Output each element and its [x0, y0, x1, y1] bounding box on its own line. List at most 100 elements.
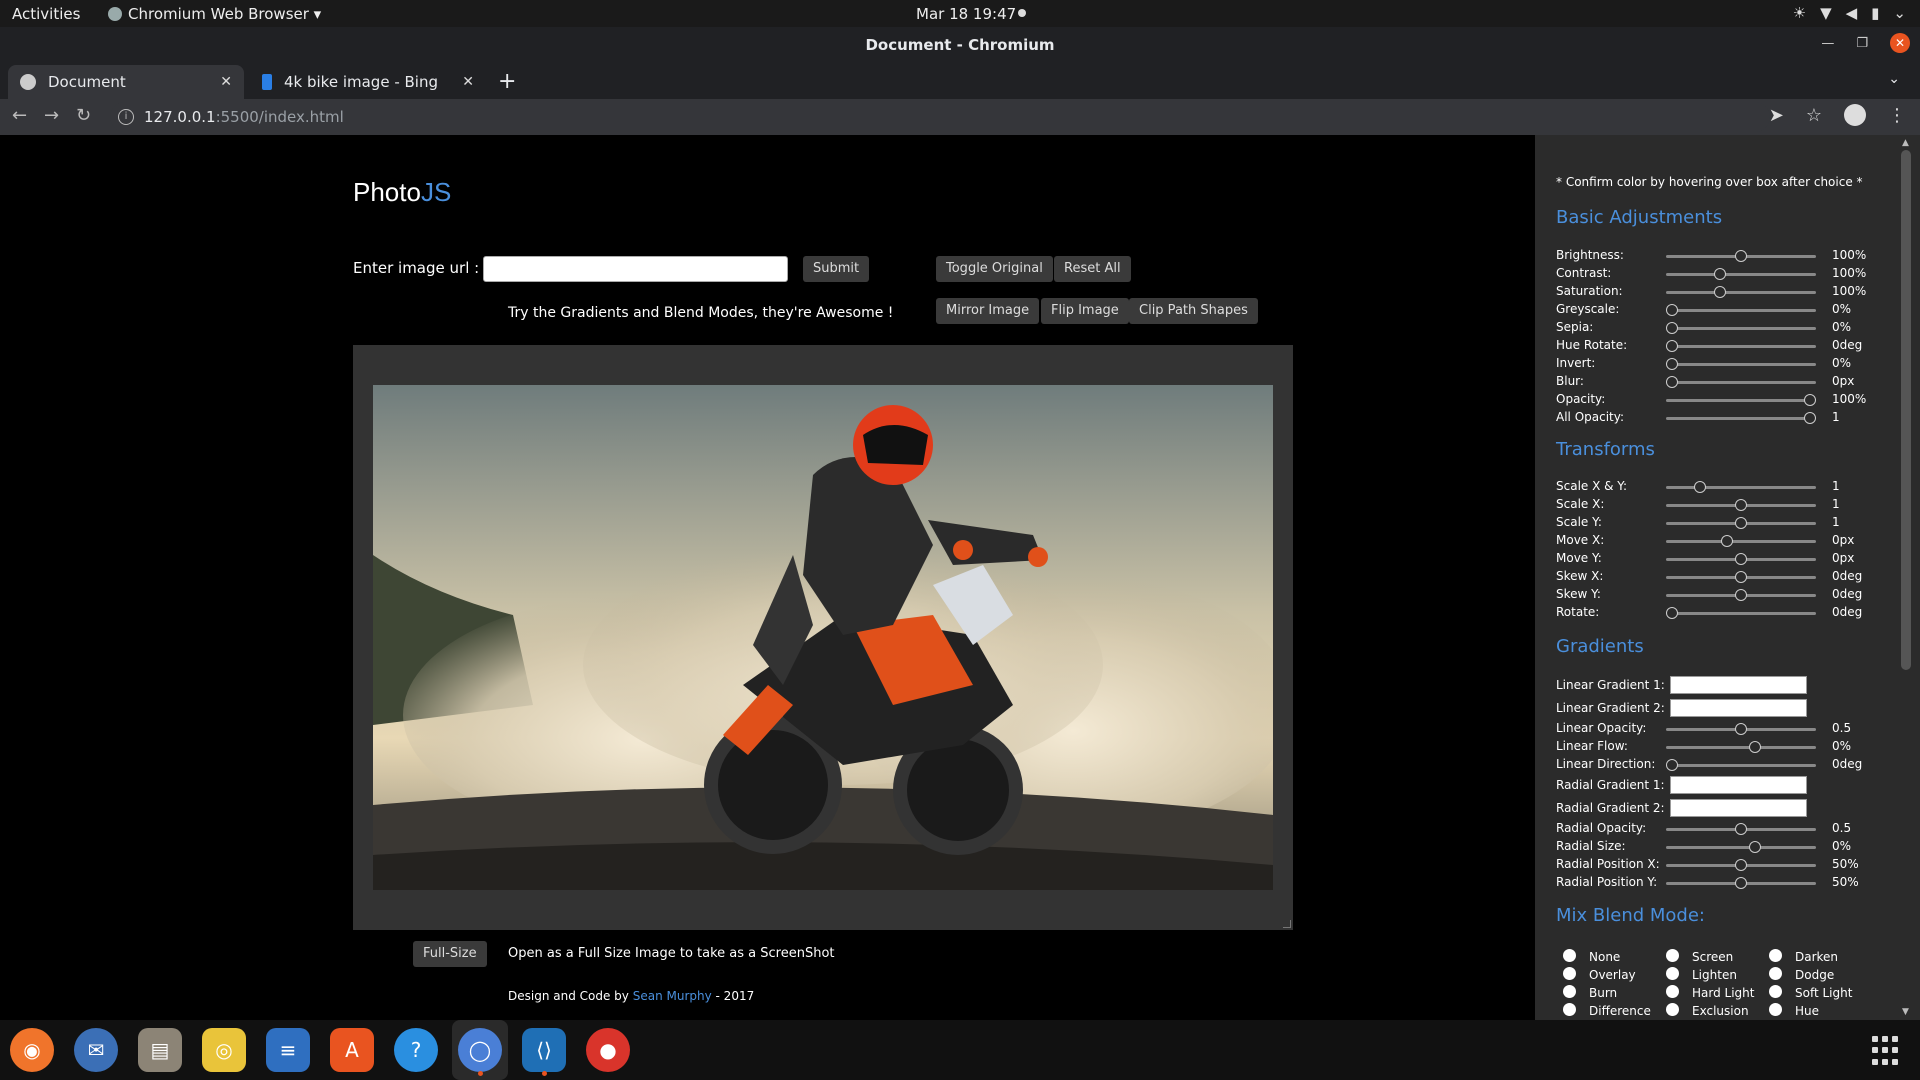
slider-track[interactable] [1666, 376, 1816, 388]
slider-track[interactable] [1666, 723, 1816, 735]
radio-button[interactable] [1769, 985, 1782, 998]
color-picker[interactable] [1670, 799, 1807, 817]
slider-thumb[interactable] [1735, 250, 1747, 262]
thunderbird-icon[interactable]: ✉ [74, 1028, 118, 1072]
slider-thumb[interactable] [1735, 859, 1747, 871]
credit-author-link[interactable]: Sean Murphy [633, 989, 712, 1003]
radio-button[interactable] [1769, 967, 1782, 980]
slider-track[interactable] [1666, 589, 1816, 601]
radio-button[interactable] [1769, 1003, 1782, 1016]
radio-button[interactable] [1666, 1003, 1679, 1016]
slider-track[interactable] [1666, 571, 1816, 583]
slider-thumb[interactable] [1666, 304, 1678, 316]
slider-thumb[interactable] [1748, 841, 1761, 853]
slider-thumb[interactable] [1666, 607, 1678, 619]
slider-track[interactable] [1666, 535, 1816, 547]
slider-track[interactable] [1666, 859, 1816, 871]
rhythmbox-icon[interactable]: ◎ [202, 1028, 246, 1072]
tab-close-icon[interactable]: ✕ [220, 74, 232, 90]
slider-thumb[interactable] [1714, 268, 1727, 280]
slider-track[interactable] [1666, 250, 1816, 262]
slider-thumb[interactable] [1735, 499, 1747, 511]
clock[interactable]: Mar 18 19:47 [916, 5, 1016, 23]
slider-thumb[interactable] [1735, 571, 1747, 583]
scrollbar-thumb[interactable] [1901, 150, 1911, 670]
page-scrollbar[interactable]: ▲ ▼ [1892, 135, 1920, 1020]
full-size-button[interactable]: Full-Size [413, 941, 487, 967]
slider-thumb[interactable] [1735, 517, 1747, 529]
slider-track[interactable] [1666, 759, 1816, 771]
window-close-icon[interactable]: ✕ [1890, 33, 1910, 53]
radio-button[interactable] [1563, 967, 1576, 980]
slider-track[interactable] [1666, 304, 1816, 316]
slider-track[interactable] [1666, 607, 1816, 619]
radio-button[interactable] [1666, 949, 1679, 962]
clip-path-shapes-button[interactable]: Clip Path Shapes [1129, 298, 1258, 324]
tab-search-icon[interactable]: ⌄ [1888, 71, 1900, 87]
files-icon[interactable]: ▤ [138, 1028, 182, 1072]
app-menu[interactable]: Chromium Web Browser ▾ [108, 5, 321, 23]
show-apps-icon[interactable] [1872, 1036, 1902, 1066]
slider-thumb[interactable] [1693, 481, 1706, 493]
address-bar[interactable]: i 127.0.0.1:5500/index.html [110, 102, 1770, 132]
back-icon[interactable]: ← [12, 105, 27, 126]
slider-thumb[interactable] [1735, 553, 1747, 565]
slider-thumb[interactable] [1666, 759, 1678, 771]
slider-thumb[interactable] [1714, 286, 1727, 298]
mirror-image-button[interactable]: Mirror Image [936, 298, 1040, 324]
flip-image-button[interactable]: Flip Image [1041, 298, 1129, 324]
color-picker[interactable] [1670, 776, 1807, 794]
scroll-up-icon[interactable]: ▲ [1902, 138, 1909, 148]
kebab-menu-icon[interactable]: ⋮ [1888, 105, 1906, 126]
slider-thumb[interactable] [1735, 823, 1747, 835]
software-icon[interactable]: A [330, 1028, 374, 1072]
profile-avatar-icon[interactable] [1844, 104, 1866, 126]
tab-document[interactable]: Document ✕ [8, 65, 244, 99]
slider-thumb[interactable] [1804, 394, 1816, 406]
submit-button[interactable]: Submit [803, 256, 870, 282]
slider-thumb[interactable] [1666, 376, 1678, 388]
maximize-icon[interactable]: ❐ [1856, 36, 1868, 51]
slider-track[interactable] [1666, 553, 1816, 565]
scroll-down-icon[interactable]: ▼ [1902, 1007, 1909, 1017]
slider-track[interactable] [1666, 322, 1816, 334]
color-picker[interactable] [1670, 676, 1807, 694]
reset-all-button[interactable]: Reset All [1054, 256, 1131, 282]
writer-icon[interactable]: ≡ [266, 1028, 310, 1072]
slider-track[interactable] [1666, 481, 1816, 493]
slider-thumb[interactable] [1721, 535, 1734, 547]
bookmark-star-icon[interactable]: ☆ [1806, 105, 1822, 126]
radio-button[interactable] [1563, 949, 1576, 962]
resize-handle-icon[interactable] [1283, 920, 1291, 928]
slider-thumb[interactable] [1735, 723, 1747, 735]
minimize-icon[interactable]: — [1821, 36, 1834, 51]
slider-thumb[interactable] [1748, 741, 1761, 753]
radio-button[interactable] [1666, 967, 1679, 980]
slider-thumb[interactable] [1735, 877, 1747, 889]
radio-button[interactable] [1563, 985, 1576, 998]
chrome-icon[interactable]: ● [586, 1028, 630, 1072]
slider-track[interactable] [1666, 877, 1816, 889]
slider-thumb[interactable] [1735, 589, 1747, 601]
activities-button[interactable]: Activities [12, 5, 80, 23]
slider-thumb[interactable] [1666, 322, 1678, 334]
chromium-icon[interactable]: ◯ [458, 1028, 502, 1072]
radio-button[interactable] [1666, 985, 1679, 998]
slider-track[interactable] [1666, 499, 1816, 511]
system-tray[interactable]: ☀ ▼ ◀ ▮ ⌄ [1793, 4, 1906, 22]
toggle-original-button[interactable]: Toggle Original [936, 256, 1053, 282]
image-url-input[interactable] [483, 256, 788, 282]
slider-track[interactable] [1666, 394, 1816, 406]
firefox-icon[interactable]: ◉ [10, 1028, 54, 1072]
help-icon[interactable]: ? [394, 1028, 438, 1072]
tab-bing[interactable]: 4k bike image - Bing ✕ [250, 65, 486, 99]
vscode-icon[interactable]: ⟨⟩ [522, 1028, 566, 1072]
slider-thumb[interactable] [1666, 358, 1678, 370]
slider-track[interactable] [1666, 286, 1816, 298]
slider-track[interactable] [1666, 358, 1816, 370]
slider-track[interactable] [1666, 823, 1816, 835]
tab-close-icon[interactable]: ✕ [462, 74, 474, 90]
slider-track[interactable] [1666, 268, 1816, 280]
slider-thumb[interactable] [1666, 340, 1678, 352]
new-tab-icon[interactable]: + [498, 69, 516, 94]
